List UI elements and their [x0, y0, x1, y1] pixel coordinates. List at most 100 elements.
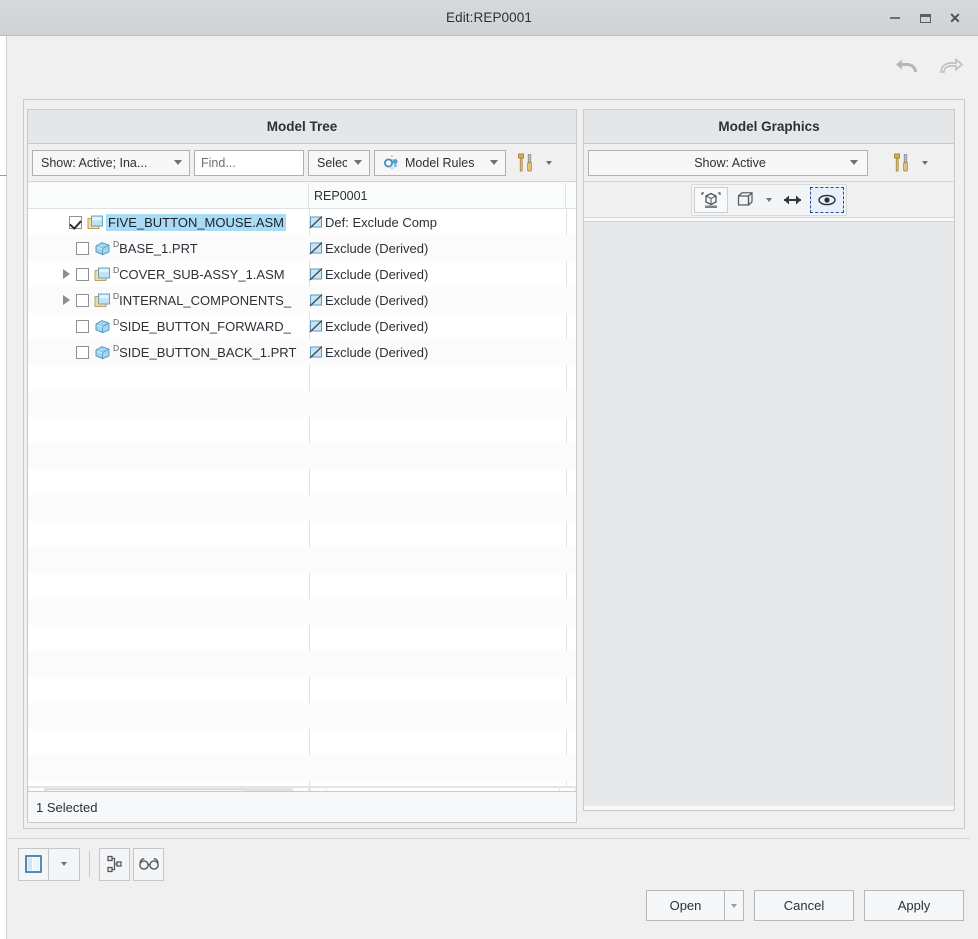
graphics-view-button-group: [691, 183, 847, 216]
show-filter-label: Show: Active; Ina...: [41, 155, 148, 170]
glasses-icon[interactable]: [133, 847, 164, 881]
tree-row-status-cell[interactable]: Exclude (Derived): [309, 235, 576, 261]
maximize-icon[interactable]: [910, 3, 940, 33]
tree-row[interactable]: D COVER_SUB-ASSY_1.ASM Exclude (Derived): [28, 261, 576, 287]
tree-empty-row: [28, 365, 576, 391]
display-style-dropdown[interactable]: [762, 187, 776, 213]
tree-row-status-text: Exclude (Derived): [325, 292, 429, 308]
title-bar: Edit:REP0001 ✕: [0, 0, 978, 36]
tree-twisty-spacer: [52, 209, 66, 235]
graphics-show-dropdown[interactable]: Show: Active: [588, 149, 868, 176]
window-title: Edit:REP0001: [445, 10, 532, 25]
tree-column-header-rep[interactable]: REP0001: [309, 182, 566, 209]
tree-row-status-cell[interactable]: Exclude (Derived): [309, 339, 576, 365]
model-graphics-title: Model Graphics: [584, 110, 954, 144]
tree-empty-row: [28, 417, 576, 443]
derived-marker: D: [113, 238, 120, 249]
cancel-button[interactable]: Cancel: [754, 890, 854, 921]
tree-settings-dropdown[interactable]: [510, 150, 555, 176]
tree-row[interactable]: D INTERNAL_COMPONENTS_ Exclude (Derived): [28, 287, 576, 313]
tree-empty-row: [28, 391, 576, 417]
graphics-settings-dropdown[interactable]: [886, 150, 931, 176]
tree-row-name-cell[interactable]: FIVE_BUTTON_MOUSE.ASM: [28, 209, 309, 235]
tree-row-checkbox[interactable]: [76, 319, 89, 333]
tree-nodes-icon[interactable]: [99, 847, 130, 881]
dialog-toolbar: [8, 37, 978, 99]
resize-icon[interactable]: [776, 187, 810, 213]
tree-row-checkbox[interactable]: [76, 293, 89, 307]
open-button[interactable]: Open: [646, 890, 724, 921]
tree-row-checkbox[interactable]: [69, 215, 82, 229]
toolbar-divider: [89, 851, 90, 877]
exclude-icon: [309, 241, 324, 256]
undo-icon[interactable]: [892, 53, 922, 83]
tree-row-label[interactable]: COVER_SUB-ASSY_1.ASM: [119, 267, 284, 282]
tree-row[interactable]: D SIDE_BUTTON_FORWARD_ Exclude (Derived): [28, 313, 576, 339]
tree-row[interactable]: D BASE_1.PRT Exclude (Derived): [28, 235, 576, 261]
part-icon: [94, 241, 111, 256]
select-dropdown[interactable]: Select: [308, 149, 370, 176]
tree-row[interactable]: D SIDE_BUTTON_BACK_1.PRT Exclude (Derived): [28, 339, 576, 365]
tools-icon: [515, 153, 537, 173]
tree-row-status-cell[interactable]: Def: Exclude Comp: [309, 209, 576, 235]
tree-empty-row: [28, 651, 576, 677]
tree-row-status-cell[interactable]: Exclude (Derived): [309, 287, 576, 313]
model-tree-view[interactable]: REP0001 FIVE_BUTTON_MOUSE.ASM Def: Exclud…: [28, 182, 576, 810]
tree-column-header-name[interactable]: [28, 182, 309, 209]
tree-row-checkbox[interactable]: [76, 345, 89, 359]
tree-row-label[interactable]: BASE_1.PRT: [119, 241, 198, 256]
tree-row-name-cell[interactable]: D INTERNAL_COMPONENTS_: [28, 287, 309, 313]
redo-icon[interactable]: [936, 53, 966, 83]
chevron-down-icon: [490, 160, 498, 165]
derived-marker: D: [113, 290, 120, 301]
tree-row-status-text: Def: Exclude Comp: [325, 214, 437, 230]
model-graphics-toolbar: Show: Active: [584, 144, 954, 182]
display-style-icon[interactable]: [728, 187, 762, 213]
tree-row-status-text: Exclude (Derived): [325, 318, 429, 334]
bottom-toolbar: [18, 847, 164, 881]
derived-marker: D: [113, 316, 120, 327]
bottom-separator: [8, 838, 970, 839]
apply-button[interactable]: Apply: [864, 890, 964, 921]
model-graphics-panel: Model Graphics Show: Active: [583, 109, 955, 811]
tree-column-header-extra[interactable]: [566, 183, 576, 209]
part-icon: [94, 345, 111, 360]
panel-layout-dropdown[interactable]: [49, 847, 80, 881]
exclude-icon: [309, 267, 324, 282]
tree-row[interactable]: FIVE_BUTTON_MOUSE.ASM Def: Exclude Comp: [28, 209, 576, 235]
expand-triangle-icon[interactable]: [59, 287, 73, 313]
tree-row-checkbox[interactable]: [76, 241, 89, 255]
tree-row-status-cell[interactable]: Exclude (Derived): [309, 313, 576, 339]
tree-row-name-cell[interactable]: D COVER_SUB-ASSY_1.ASM: [28, 261, 309, 287]
model-rules-dropdown[interactable]: Model Rules: [374, 149, 506, 176]
exploded-view-icon[interactable]: [694, 186, 728, 213]
tree-row-name-cell[interactable]: D BASE_1.PRT: [28, 235, 309, 261]
dialog-content-frame: Model Tree Show: Active; Ina... Find... …: [23, 99, 965, 829]
tree-empty-row: [28, 469, 576, 495]
close-icon[interactable]: ✕: [940, 3, 970, 33]
tree-rows: FIVE_BUTTON_MOUSE.ASM Def: Exclude Comp D B…: [28, 209, 576, 365]
tree-row-name-cell[interactable]: D SIDE_BUTTON_FORWARD_: [28, 313, 309, 339]
graphics-canvas[interactable]: [584, 221, 954, 806]
tree-empty-row: [28, 521, 576, 547]
model-rules-label: Model Rules: [405, 155, 475, 170]
tree-twisty-spacer: [59, 339, 73, 365]
tree-row-status-cell[interactable]: Exclude (Derived): [309, 261, 576, 287]
tree-row-name-cell[interactable]: D SIDE_BUTTON_BACK_1.PRT: [28, 339, 309, 365]
tree-row-label[interactable]: SIDE_BUTTON_BACK_1.PRT: [119, 345, 296, 360]
graphics-show-label: Show: Active: [694, 155, 766, 170]
assembly-icon: [87, 215, 104, 230]
tree-row-label[interactable]: SIDE_BUTTON_FORWARD_: [119, 319, 291, 334]
open-dropdown-arrow[interactable]: [724, 890, 744, 921]
minimize-icon[interactable]: [880, 3, 910, 33]
expand-triangle-icon[interactable]: [59, 261, 73, 287]
tree-row-label[interactable]: INTERNAL_COMPONENTS_: [119, 293, 291, 308]
tree-row-checkbox[interactable]: [76, 267, 89, 281]
find-input[interactable]: Find...: [194, 149, 304, 176]
tree-row-label[interactable]: FIVE_BUTTON_MOUSE.ASM: [106, 213, 287, 231]
show-filter-dropdown[interactable]: Show: Active; Ina...: [32, 149, 190, 176]
chevron-down-icon: [354, 160, 362, 165]
visibility-eye-icon[interactable]: [810, 186, 844, 213]
find-placeholder: Find...: [201, 155, 236, 170]
panel-layout-icon[interactable]: [18, 847, 49, 881]
